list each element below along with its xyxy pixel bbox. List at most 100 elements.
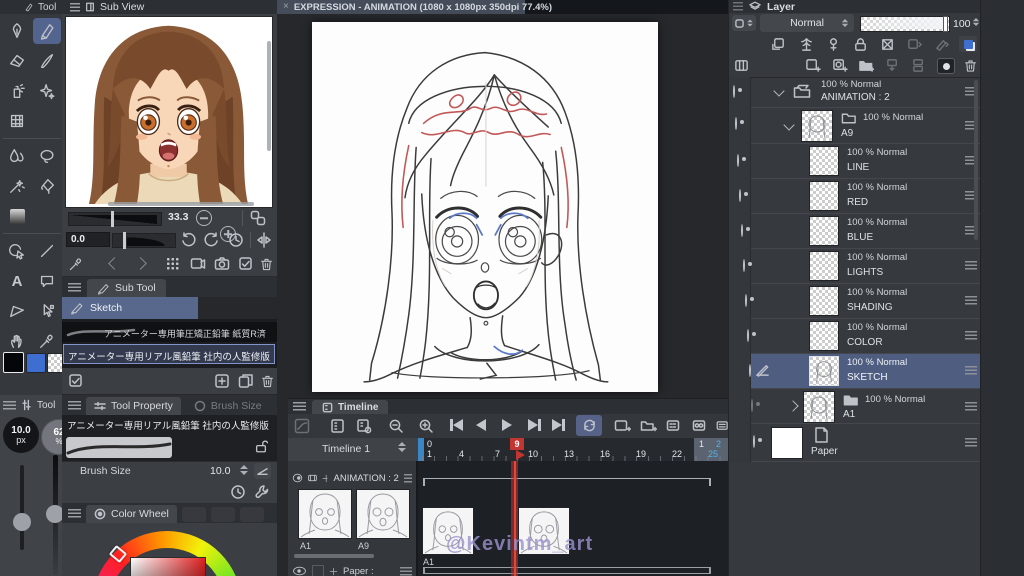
eye-line[interactable] <box>737 154 739 167</box>
layer-thumbnail-shading[interactable] <box>809 286 839 316</box>
camera-button[interactable] <box>214 256 230 272</box>
layer-row-line[interactable]: 100 % Normal LINE <box>751 144 981 179</box>
sv-square[interactable] <box>130 557 206 576</box>
cel-specification-button[interactable] <box>692 418 709 434</box>
eye-shading[interactable] <box>745 294 747 307</box>
brush-item-1[interactable]: アニメーター専用筆圧矯正鉛筆 紙質R済 <box>62 322 277 342</box>
subtool-header[interactable]: Sub Tool <box>62 277 277 297</box>
tab-brush-size[interactable]: Brush Size <box>186 397 270 415</box>
next-image-button[interactable] <box>134 257 147 270</box>
expand-a1-icon[interactable] <box>787 400 799 412</box>
eye-a9[interactable] <box>735 117 737 130</box>
layer-thumbnail-paper[interactable] <box>771 427 803 459</box>
layer-row-color[interactable]: 100 % Normal COLOR <box>751 319 981 354</box>
timeline-menu-icon[interactable] <box>293 402 306 411</box>
tool-fill-bucket[interactable] <box>33 173 61 199</box>
layer-opacity-spinner[interactable] <box>972 18 980 26</box>
tool-pen[interactable] <box>33 18 61 44</box>
next-frame-button[interactable] <box>528 419 541 431</box>
layer-opacity-handle[interactable] <box>943 16 948 32</box>
tool-gradient[interactable] <box>3 203 31 229</box>
collapse-a9-icon[interactable] <box>783 119 795 131</box>
eye-red[interactable] <box>739 189 741 202</box>
tool-text[interactable]: A <box>3 268 31 294</box>
layer-row-a1[interactable]: 100 % Normal A1 <box>751 389 981 424</box>
layer-thumbnail-blue[interactable] <box>809 216 839 246</box>
brush-size-spinner[interactable] <box>240 465 248 475</box>
zoom-out-button[interactable] <box>196 210 212 226</box>
zoom-out-timeline-button[interactable] <box>388 418 404 434</box>
thumbnail-grid-button[interactable] <box>166 257 179 270</box>
layer-thumbnail-a9[interactable] <box>801 110 833 142</box>
reset-rotation-button[interactable] <box>228 232 244 248</box>
tool-hand[interactable] <box>3 328 31 354</box>
subview-color-pick-toggle[interactable] <box>250 210 266 226</box>
lock-transparent-pixel-button[interactable] <box>880 37 895 52</box>
layer-panel-menu-icon[interactable] <box>733 2 743 11</box>
add-subtool-button[interactable] <box>214 373 230 389</box>
auto-switch-button[interactable] <box>238 256 254 272</box>
new-timeline-button[interactable] <box>330 418 346 434</box>
layer-row-paper[interactable]: Paper <box>751 424 981 462</box>
unlock-icon[interactable] <box>254 439 268 454</box>
go-to-start-button[interactable] <box>450 419 463 431</box>
brush-size-badge[interactable]: 10.0 px <box>3 417 39 453</box>
tool-nib-pen[interactable] <box>3 18 31 44</box>
main-color-swatch[interactable] <box>3 352 24 373</box>
timeline-name-spinner[interactable] <box>398 442 406 452</box>
layer-color-button[interactable] <box>959 36 977 52</box>
subview-delete-button[interactable] <box>259 256 274 271</box>
tool-auto-select-wand[interactable] <box>3 173 31 199</box>
brush-size-slider-handle[interactable] <box>13 513 31 531</box>
subview-header[interactable]: Sub View <box>62 0 277 14</box>
new-raster-layer-button[interactable] <box>805 58 821 73</box>
eye-blue[interactable] <box>741 224 743 237</box>
tool-airbrush[interactable] <box>3 78 31 104</box>
eye-animation-folder[interactable] <box>733 85 735 98</box>
paper-track-checkbox[interactable] <box>312 565 324 576</box>
timeline-hscrollbar[interactable] <box>294 554 374 558</box>
tool-selection-lasso[interactable] <box>33 143 61 169</box>
layer-thumbnail-lights[interactable] <box>809 251 839 281</box>
paper-track-eye-icon[interactable] <box>293 566 306 576</box>
subtool-menu-icon[interactable] <box>68 282 81 292</box>
layer-palette-options-button[interactable] <box>734 58 749 73</box>
layer-row-blue[interactable]: 100 % Normal BLUE <box>751 214 981 249</box>
eye-color[interactable] <box>747 329 749 342</box>
tab-color-wheel[interactable]: Color Wheel <box>86 505 177 523</box>
tool-object[interactable] <box>3 238 31 264</box>
tab-color-set[interactable] <box>210 506 235 522</box>
tool-mini-menu-icon[interactable] <box>3 400 16 410</box>
lock-layer-button[interactable] <box>853 37 868 52</box>
tool-line[interactable] <box>33 238 61 264</box>
tool-balloon[interactable] <box>33 268 61 294</box>
layer-row-sketch[interactable]: 100 % Normal SKETCH <box>751 354 981 389</box>
layer-thumbnail-color[interactable] <box>809 321 839 351</box>
collapse-animation-folder-icon[interactable] <box>773 85 785 97</box>
color-wheel-menu-icon[interactable] <box>68 508 81 518</box>
layer-thumbnail-sketch[interactable] <box>809 356 839 386</box>
subtool-group-sketch[interactable]: Sketch <box>62 297 277 319</box>
layer-opacity-value[interactable]: 100 <box>953 18 971 30</box>
new-animation-cel-button[interactable] <box>614 418 631 434</box>
transfer-to-lower-layer-button[interactable] <box>885 58 901 73</box>
color-wheel-area[interactable] <box>62 523 277 576</box>
subtool-switch-button[interactable] <box>68 373 84 389</box>
layer-thumbnail-line[interactable] <box>809 146 839 176</box>
delete-layer-button[interactable] <box>963 57 978 73</box>
animation-track-eye-icon[interactable] <box>292 473 303 483</box>
animation-track-menu-icon[interactable] <box>403 473 412 483</box>
canvas-tab[interactable]: × EXPRESSION - ANIMATION (1080 x 1080px … <box>277 0 552 14</box>
brush-size-slider-button[interactable] <box>254 463 271 479</box>
layer-row-shading[interactable]: 100 % Normal SHADING <box>751 284 981 319</box>
clip-to-layer-below-button[interactable] <box>771 37 786 52</box>
layer-row-red[interactable]: 100 % Normal RED <box>751 179 981 214</box>
tab-tool-property[interactable]: Tool Property <box>86 397 181 415</box>
subview-hscrollbar[interactable] <box>108 202 254 206</box>
tool-decoration[interactable] <box>33 78 61 104</box>
brush-size-property-value[interactable]: 10.0 <box>210 465 230 477</box>
paper-track-row[interactable]: Paper : <box>288 563 416 576</box>
layer-menu-icon[interactable] <box>965 438 977 447</box>
layer-menu-icon[interactable] <box>965 402 977 411</box>
tool-eyedropper[interactable] <box>33 328 61 354</box>
